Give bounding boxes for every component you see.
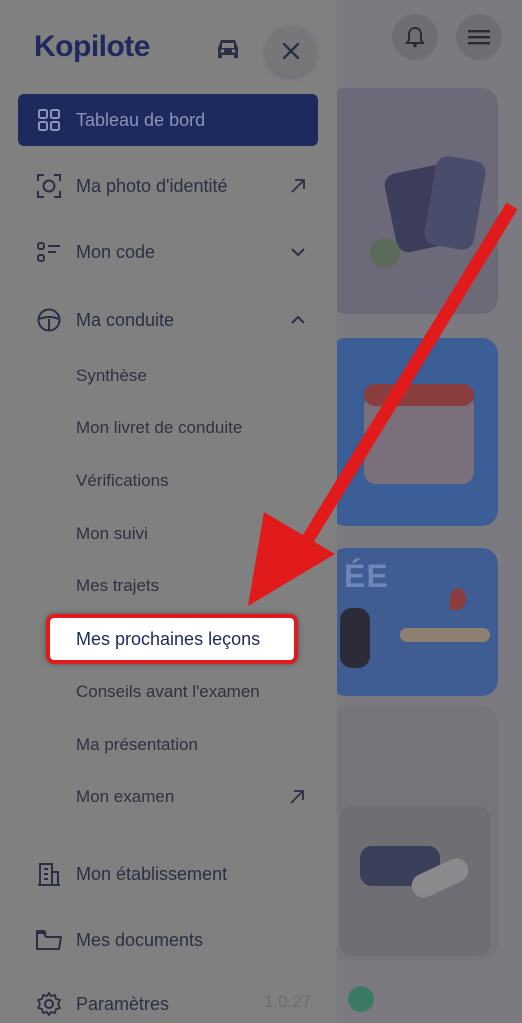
folder-icon — [36, 930, 62, 950]
menu-item-ma-conduite[interactable]: Ma conduite — [18, 294, 318, 346]
steering-wheel-icon — [37, 308, 61, 332]
menu-item-mes-documents[interactable]: Mes documents — [18, 914, 318, 966]
car-icon[interactable] — [214, 36, 242, 62]
menu-item-label: Mon établissement — [76, 863, 228, 884]
sub-item-conseils[interactable]: Conseils avant l'examen — [76, 682, 260, 702]
close-icon — [282, 42, 300, 60]
dashboard-icon — [38, 109, 60, 131]
close-drawer-button[interactable] — [266, 26, 316, 76]
menu-item-label: Mon code — [76, 241, 156, 262]
menu-item-mon-etablissement[interactable]: Mon établissement — [18, 848, 318, 900]
bell-icon — [405, 26, 425, 48]
camera-icon — [37, 174, 61, 198]
sub-item-mon-suivi[interactable]: Mon suivi — [76, 524, 148, 544]
sub-item-mes-prochaines-lecons[interactable]: Mes prochaines leçons — [46, 614, 298, 664]
card-title: ÉE — [344, 558, 389, 594]
external-link-icon — [290, 790, 304, 804]
menu-item-label: Tableau de bord — [76, 109, 206, 130]
building-icon — [38, 863, 60, 886]
chevron-up-icon — [291, 315, 305, 324]
list-icon — [37, 242, 60, 262]
sub-item-mon-livret[interactable]: Mon livret de conduite — [76, 418, 242, 438]
sub-item-synthese[interactable]: Synthèse — [76, 366, 147, 386]
dashboard-card-3[interactable]: ÉE — [330, 548, 498, 696]
menu-item-label: Ma photo d'identité — [76, 175, 228, 196]
dashboard-card-2[interactable] — [330, 338, 498, 526]
chevron-down-icon — [291, 248, 305, 257]
sub-item-label: Mes prochaines leçons — [76, 628, 261, 649]
sub-item-ma-presentation[interactable]: Ma présentation — [76, 735, 198, 755]
navigation-drawer: Kopilote Tableau de bord Ma photo d'iden… — [0, 0, 337, 1023]
hamburger-button[interactable] — [456, 14, 502, 60]
sub-item-mes-trajets[interactable]: Mes trajets — [76, 576, 159, 596]
kopilote-logo: Kopilote — [34, 30, 151, 63]
dashboard-card-4[interactable] — [330, 706, 498, 960]
external-link-icon — [291, 179, 305, 193]
menu-item-mon-code[interactable]: Mon code — [18, 226, 318, 278]
menu-item-ma-photo[interactable]: Ma photo d'identité — [18, 160, 318, 212]
notifications-button[interactable] — [392, 14, 438, 60]
check-icon — [348, 986, 374, 1012]
menu-item-tableau-de-bord[interactable]: Tableau de bord — [18, 94, 318, 146]
menu-item-label: Ma conduite — [76, 309, 175, 330]
menu-item-label: Mes documents — [76, 929, 204, 950]
gear-icon — [37, 992, 61, 1016]
menu-icon — [468, 30, 490, 45]
dashboard-card-1[interactable] — [330, 88, 498, 314]
app-version: 1.0.27 — [264, 992, 312, 1011]
sub-item-label: Mon examen — [76, 787, 175, 806]
sub-item-mon-examen[interactable]: Mon examen — [76, 782, 316, 812]
sub-item-verifications[interactable]: Vérifications — [76, 471, 169, 491]
